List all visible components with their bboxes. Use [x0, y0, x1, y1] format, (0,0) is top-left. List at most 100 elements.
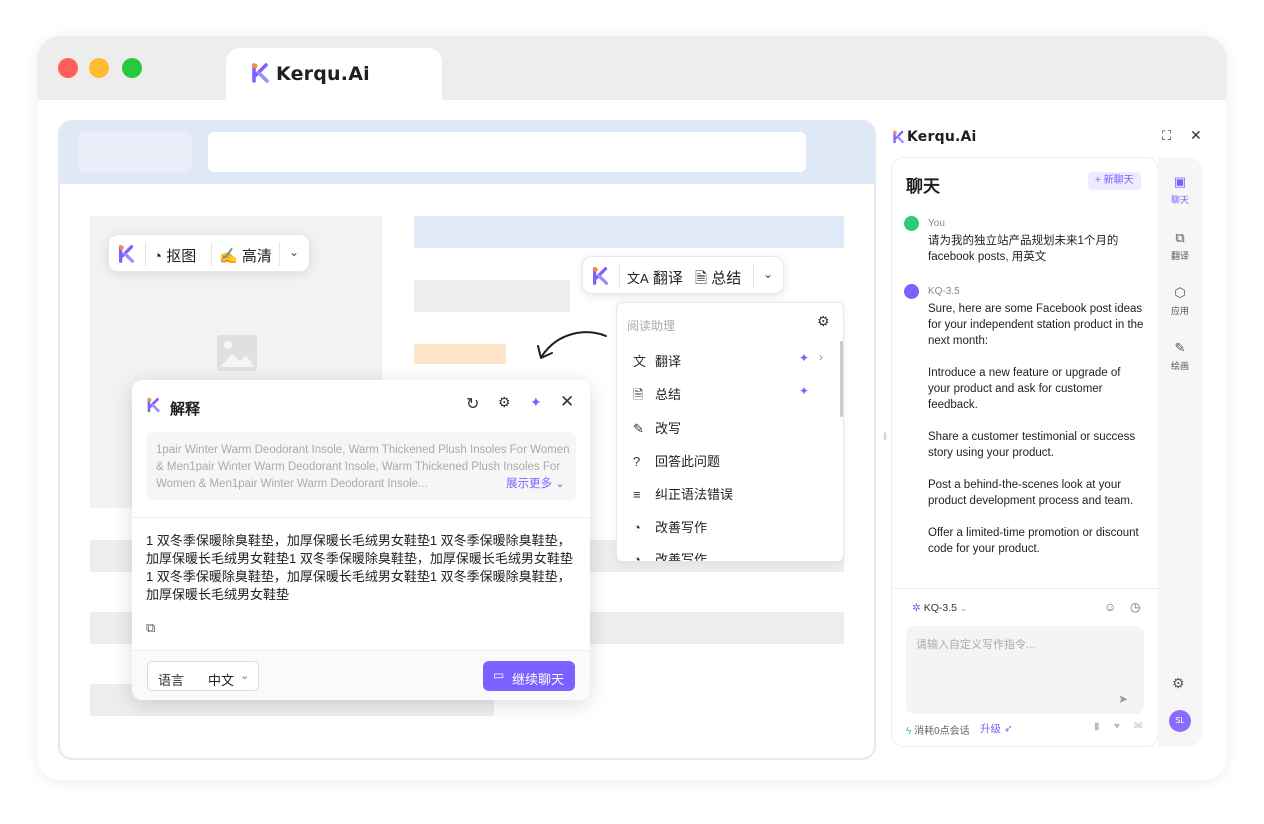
orange-highlight — [414, 344, 506, 364]
pin-icon[interactable]: ✦ — [799, 351, 809, 365]
chat-title: 聊天 — [906, 177, 940, 196]
summarize-button[interactable]: 🗎 总结 — [695, 267, 741, 293]
upgrade-link[interactable]: 升级 ➶ — [980, 721, 1013, 736]
continue-chat-button[interactable]: ▭ 继续聊天 — [483, 661, 575, 691]
chevron-down-icon: ⌄ — [240, 670, 250, 682]
page-logo-placeholder — [78, 132, 192, 172]
matting-button[interactable]: ◔ 抠图 — [153, 245, 196, 266]
menu-item-grammar[interactable]: ≡ 纠正语法错误 — [633, 484, 733, 504]
apps-icon: ⬡ — [1174, 285, 1186, 300]
source-text-box: 1pair Winter Warm Deodorant Insole, Warm… — [146, 432, 576, 500]
page-search-bar[interactable] — [208, 132, 806, 172]
maximize-window-button[interactable] — [122, 58, 142, 78]
translate-icon: ⧉ — [1175, 230, 1185, 245]
curved-arrow-icon — [537, 331, 607, 359]
sparkle-icon: ◔ — [633, 520, 641, 535]
chevron-right-icon: › — [819, 350, 823, 364]
kerqu-logo-icon[interactable] — [117, 244, 137, 264]
send-icon[interactable]: ➤ — [1118, 692, 1128, 706]
close-icon[interactable]: ✕ — [1190, 127, 1202, 144]
prompt-input[interactable]: 请输入自定义写作指令... ➤ — [906, 626, 1144, 714]
popup-title: 解释 — [170, 401, 201, 418]
gear-icon[interactable]: ⚙ — [1172, 675, 1185, 692]
matting-icon: ◔ — [153, 248, 163, 265]
pin-icon[interactable]: ✦ — [799, 384, 809, 398]
user-message: 请为我的独立站产品规划未来1个月的facebook posts, 用英文 — [928, 235, 1119, 263]
menu-item-improve[interactable]: ◔ 改善写作 — [633, 549, 707, 562]
translate-button[interactable]: 文A 翻译 — [627, 267, 683, 288]
chevron-down-icon[interactable]: ⌄ — [763, 267, 773, 281]
explain-popup: 解释 ↻ ⚙ ✦ ✕ 1pair Winter Warm Deodorant I… — [132, 380, 590, 700]
language-select[interactable]: 语言 中文 ⌄ — [147, 661, 259, 691]
resize-handle[interactable]: ‖ — [883, 432, 887, 443]
close-icon[interactable]: ✕ — [560, 392, 574, 412]
browser-window: Kerqu.Ai ◔ 抠图 ✍ 高清 ⌄ 文A 翻译 🗎 总结 ⌄ 阅读助理 ⚙… — [38, 36, 1226, 780]
gear-icon[interactable]: ⚙ — [498, 394, 511, 411]
document-icon: 🗎 — [633, 387, 644, 402]
chevron-down-icon: ⌄ — [959, 603, 968, 613]
user-avatar-icon — [904, 216, 919, 231]
new-chat-button[interactable]: + 新聊天 — [1088, 172, 1141, 190]
model-icon: ✲ — [912, 602, 921, 614]
gear-icon[interactable]: ⚙ — [817, 313, 830, 330]
message-sender: KQ-3.5 — [928, 286, 960, 297]
usage-info: ϟ 消耗0点会话 — [906, 726, 970, 737]
menu-item-rewrite[interactable]: ✎ 改写 — [633, 418, 681, 438]
grammar-icon: ≡ — [633, 487, 641, 502]
sparkle-icon: ◔ — [633, 552, 641, 562]
trash-icon[interactable]: ▮ — [1094, 721, 1100, 732]
minimize-window-button[interactable] — [89, 58, 109, 78]
kerqu-logo-icon — [252, 63, 269, 83]
pin-icon[interactable]: ✦ — [530, 394, 542, 411]
rail-item-translate[interactable]: ⧉ 翻译 — [1158, 230, 1202, 262]
kerqu-logo-icon — [893, 130, 904, 144]
menu-item-summarize[interactable]: 🗎 总结 — [633, 384, 681, 404]
question-icon: ? — [633, 454, 641, 469]
kerqu-logo-icon[interactable] — [591, 266, 611, 286]
browser-titlebar: Kerqu.Ai — [38, 36, 1226, 100]
paint-icon: ✎ — [1174, 340, 1186, 355]
document-icon: 🗎 — [695, 270, 708, 287]
rail-item-paint[interactable]: ✎ 绘画 — [1158, 340, 1202, 372]
browser-tab[interactable]: Kerqu.Ai — [226, 48, 442, 100]
menu-title: 阅读助理 — [627, 319, 676, 333]
prompt-placeholder: 请输入自定义写作指令... — [916, 639, 1036, 651]
chat-icon: ▣ — [1173, 174, 1187, 189]
show-more-link[interactable]: 展示更多 ⌄ — [486, 475, 565, 491]
tab-title: Kerqu.Ai — [276, 63, 370, 85]
result-text: 1 双冬季保暖除臭鞋垫，加厚保暖长毛绒男女鞋垫1 双冬季保暖除臭鞋垫，加厚保暖长… — [146, 533, 573, 602]
text-placeholder — [90, 540, 132, 572]
bot-avatar-icon — [904, 284, 919, 299]
pencil-icon: ✎ — [633, 421, 644, 436]
copy-icon[interactable]: ⧉ — [146, 620, 155, 636]
lightning-icon: ϟ — [906, 726, 912, 737]
kerqu-logo-icon — [147, 397, 160, 413]
user-avatar[interactable]: SL — [1169, 710, 1191, 732]
refresh-icon[interactable]: ↻ — [466, 394, 479, 414]
highlight-bar — [414, 216, 844, 248]
close-window-button[interactable] — [58, 58, 78, 78]
image-icon — [217, 335, 257, 371]
expand-icon[interactable]: ⛶ — [1162, 128, 1171, 144]
chevron-down-icon[interactable]: ⌄ — [289, 245, 299, 259]
mail-icon[interactable]: ✉ — [1134, 721, 1142, 732]
bot-message: Sure, here are some Facebook post ideas … — [928, 303, 1144, 555]
emoji-icon[interactable]: ☺ — [1104, 600, 1116, 614]
hd-button[interactable]: ✍ 高清 — [219, 245, 272, 266]
menu-item-answer[interactable]: ? 回答此问题 — [633, 451, 720, 471]
menu-item-translate[interactable]: 文翻译 — [633, 351, 681, 371]
history-icon[interactable]: ◷ — [1130, 600, 1140, 614]
heart-icon[interactable]: ♥ — [1114, 721, 1120, 732]
panel-brand: Kerqu.Ai — [907, 129, 977, 145]
popup-footer: 语言 中文 ⌄ ▭ 继续聊天 — [132, 650, 590, 700]
model-selector[interactable]: ✲ KQ-3.5 ⌄ — [906, 598, 973, 618]
rail-item-chat[interactable]: ▣ 聊天 — [1158, 174, 1202, 206]
text-placeholder — [414, 280, 570, 312]
image-toolbar: ◔ 抠图 ✍ 高清 ⌄ — [108, 234, 310, 272]
kerqu-side-panel: Kerqu.Ai ⛶ ✕ 聊天 + 新聊天 You 请为我的独立站产品规划未来1… — [883, 120, 1206, 760]
translate-icon: 文 — [633, 354, 647, 369]
scrollbar[interactable] — [840, 341, 843, 417]
rail-item-apps[interactable]: ⬡ 应用 — [1158, 285, 1202, 317]
menu-item-improve[interactable]: ◔ 改善写作 — [633, 517, 707, 537]
brush-icon: ✍ — [219, 248, 238, 265]
